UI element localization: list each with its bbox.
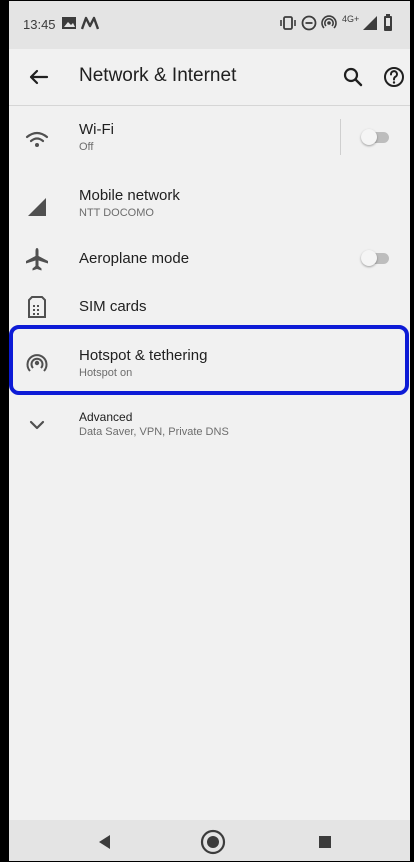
phone-screen: 13:45 4G+ Network & Internet Wi-Fi Off M… [9,1,410,861]
help-icon[interactable] [380,63,408,91]
aeroplane-mode-label: Aeroplane mode [79,250,190,267]
wifi-icon [25,131,49,147]
aeroplane-mode-toggle[interactable] [361,250,391,266]
signal-icon [28,198,46,216]
status-time: 13:45 [23,17,56,32]
recents-square-icon[interactable] [311,828,339,856]
search-icon[interactable] [339,63,367,91]
aeroplane-mode-row[interactable]: Aeroplane mode [9,241,410,277]
wifi-toggle[interactable] [361,129,391,145]
mobile-network-carrier: NTT DOCOMO [79,207,154,219]
vibrate-icon [280,16,296,30]
app-bar: Network & Internet [9,49,410,106]
network-type-label: 4G+ [342,14,360,24]
page-title: Network & Internet [79,65,237,86]
wifi-divider [340,119,341,155]
image-icon [62,17,76,29]
back-arrow-icon[interactable] [25,63,53,91]
airplane-icon [26,248,48,271]
signal-icon [363,16,377,30]
wifi-status: Off [79,141,94,153]
sim-cards-label: SIM cards [79,298,147,315]
selection-highlight-box [9,325,409,395]
home-circle-icon[interactable] [199,828,227,856]
notification-m-icon [81,16,99,30]
advanced-summary: Data Saver, VPN, Private DNS [79,426,229,438]
mobile-network-row[interactable]: Mobile network NTT DOCOMO [9,179,410,233]
wifi-setting-row[interactable]: Wi-Fi Off [9,113,410,167]
wifi-label: Wi-Fi [79,121,114,138]
mobile-network-label: Mobile network [79,187,180,204]
chevron-down-icon [29,420,45,430]
battery-icon [384,14,392,31]
advanced-row[interactable]: Advanced Data Saver, VPN, Private DNS [9,401,410,451]
status-bar: 13:45 4G+ [9,1,410,49]
sim-card-icon [28,296,46,318]
sim-cards-row[interactable]: SIM cards [9,289,410,325]
system-nav-bar [9,820,410,861]
do-not-disturb-icon [301,15,317,31]
advanced-label: Advanced [79,410,133,424]
back-triangle-icon[interactable] [91,828,119,856]
hotspot-icon [321,15,337,29]
